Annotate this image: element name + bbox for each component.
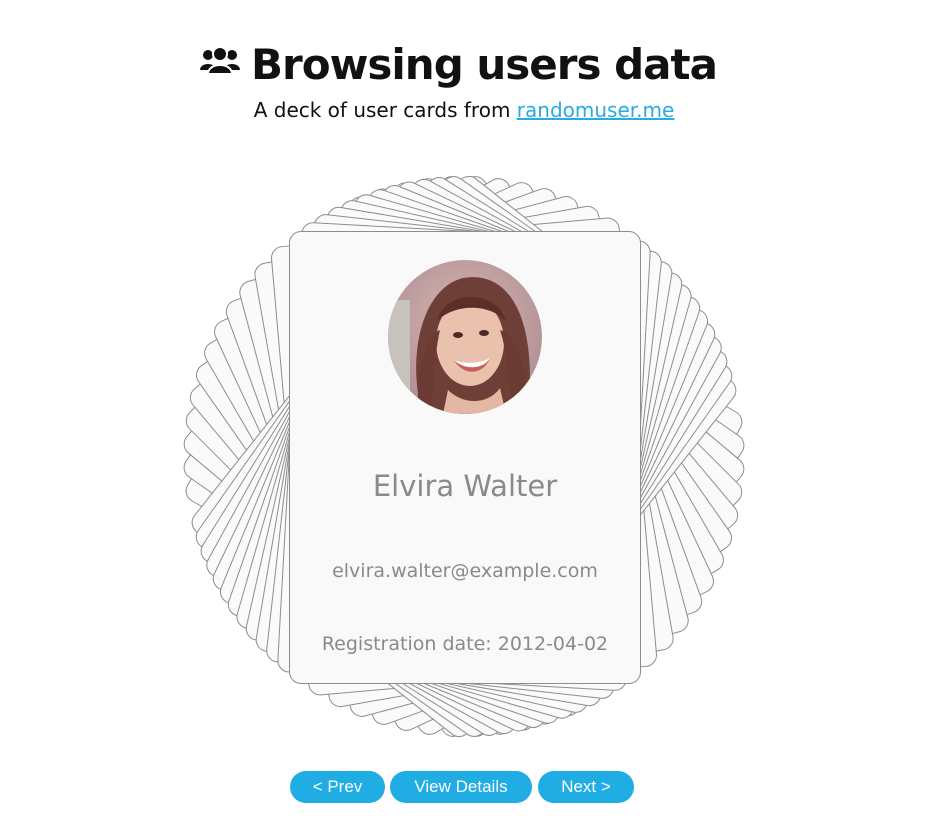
user-email: elvira.walter@example.com xyxy=(332,560,598,582)
registration-date: Registration date: 2012-04-02 xyxy=(321,633,609,655)
avatar xyxy=(388,260,542,414)
page: Browsing users data A deck of user cards… xyxy=(0,0,933,832)
next-button[interactable]: Next > xyxy=(538,771,634,803)
user-avatar-photo xyxy=(388,260,542,414)
prev-button[interactable]: < Prev xyxy=(290,771,385,803)
view-details-button[interactable]: View Details xyxy=(390,771,532,803)
user-card[interactable]: Elvira Walter elvira.walter@example.com … xyxy=(289,231,641,684)
user-name: Elvira Walter xyxy=(372,469,558,503)
